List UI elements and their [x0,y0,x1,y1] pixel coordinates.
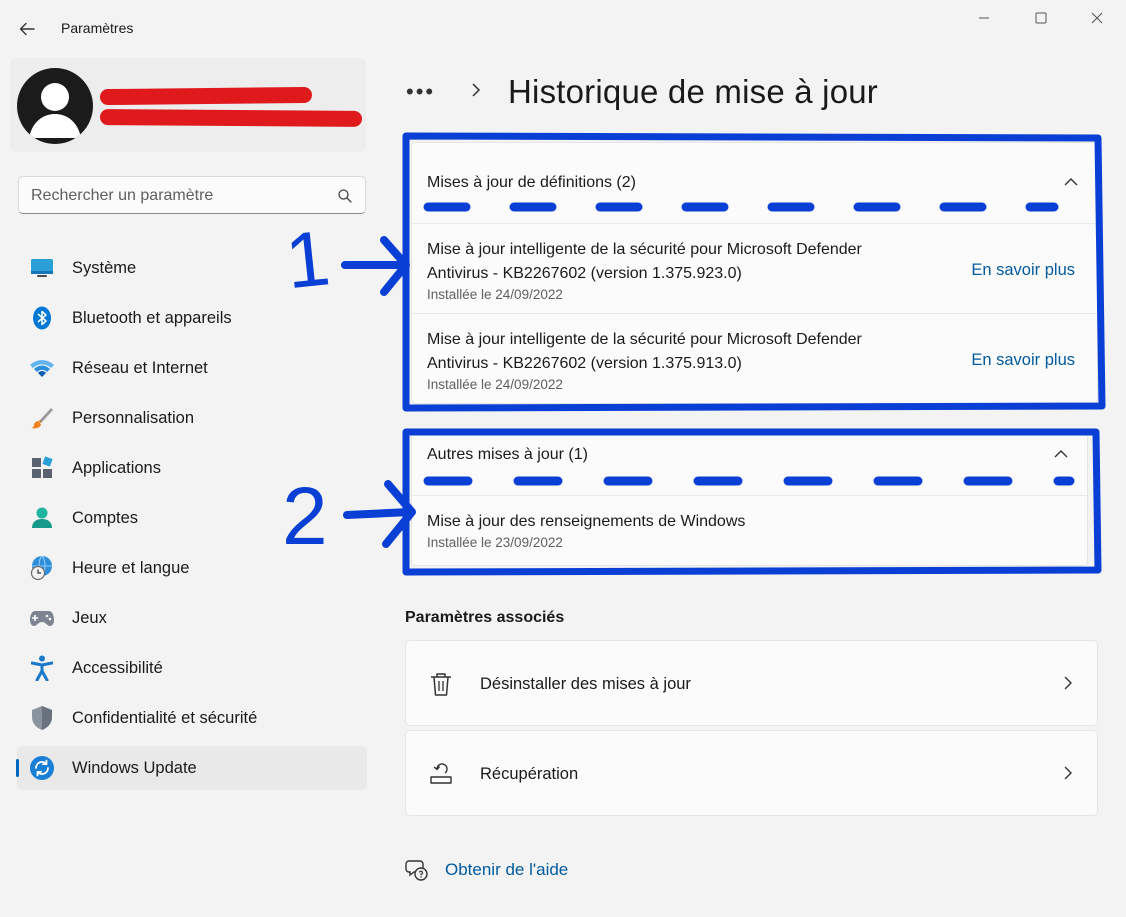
definition-updates-header[interactable]: Mises à jour de définitions (2) [412,143,1097,223]
chevron-up-icon[interactable] [1063,174,1079,190]
definition-updates-group: Mises à jour de définitions (2) Mise à j… [411,142,1098,404]
sidebar-item-label: Personnalisation [72,408,194,427]
chevron-up-icon[interactable] [1053,446,1069,462]
update-item: Mise à jour intelligente de la sécurité … [412,223,1097,313]
learn-more-link[interactable]: En savoir plus [971,261,1075,280]
wifi-icon [29,355,55,381]
update-install-date: Installée le 24/09/2022 [427,377,563,392]
update-name-line1: Mise à jour intelligente de la sécurité … [427,241,862,258]
bluetooth-icon [29,305,55,331]
account-icon [29,505,55,531]
apps-icon [29,455,55,481]
sidebar-item-label: Comptes [72,508,139,527]
other-updates-header[interactable]: Autres mises à jour (1) [412,433,1087,495]
sidebar-item-personnalisation[interactable]: Personnalisation [17,393,367,443]
action-label: Désinstaller des mises à jour [480,675,691,693]
update-name-line2: Antivirus - KB2267602 (version 1.375.913… [427,355,742,372]
globe-clock-icon [29,555,55,581]
minimize-icon [979,17,989,19]
update-item: Mise à jour intelligente de la sécurité … [412,313,1097,403]
related-settings-title: Paramètres associés [405,609,565,626]
sidebar-item-label: Applications [72,458,161,477]
redacted-username [99,86,313,106]
help-chat-icon [405,860,428,881]
update-install-date: Installée le 24/09/2022 [427,287,563,302]
gamepad-icon [29,605,55,631]
action-label: Récupération [480,765,579,783]
search-input[interactable] [31,185,331,207]
minimize-button[interactable] [961,4,1007,32]
sidebar-nav: Système Bluetooth et appareils Réseau et… [16,243,367,793]
uninstall-updates-button[interactable]: Désinstaller des mises à jour [405,640,1098,726]
get-help-label: Obtenir de l'aide [445,860,569,879]
chevron-right-icon [1064,676,1072,690]
sidebar-item-label: Confidentialité et sécurité [72,708,258,727]
chevron-right-icon [462,82,490,103]
maximize-icon [1035,12,1047,24]
sidebar-item-label: Système [72,258,137,277]
close-button[interactable] [1074,4,1120,32]
user-profile[interactable] [10,58,366,152]
shield-icon [29,705,55,731]
app-title: Paramètres [61,20,134,36]
get-help-link[interactable]: Obtenir de l'aide [405,857,568,883]
sidebar-item-label: Heure et langue [72,558,190,577]
accessibility-icon [29,655,55,681]
update-name-line2: Antivirus - KB2267602 (version 1.375.923… [427,265,742,282]
sidebar-item-label: Bluetooth et appareils [72,308,232,327]
search-box[interactable] [18,176,366,214]
sidebar-item-confidentialite[interactable]: Confidentialité et sécurité [17,693,367,743]
sidebar-item-systeme[interactable]: Système [17,243,367,293]
update-install-date: Installée le 23/09/2022 [427,535,563,550]
avatar [17,68,93,144]
learn-more-link[interactable]: En savoir plus [971,351,1075,370]
group-title: Mises à jour de définitions (2) [427,174,636,191]
sidebar-item-label: Windows Update [72,758,197,777]
paintbrush-icon [29,405,55,431]
maximize-button[interactable] [1018,4,1064,32]
recovery-icon [430,763,452,784]
update-item: Mise à jour des renseignements de Window… [412,495,1087,565]
redacted-email [99,109,363,127]
recovery-button[interactable]: Récupération [405,730,1098,816]
system-monitor-icon [29,255,55,281]
sidebar-item-bluetooth[interactable]: Bluetooth et appareils [17,293,367,343]
update-name: Mise à jour des renseignements de Window… [427,513,746,530]
sidebar-item-jeux[interactable]: Jeux [17,593,367,643]
sidebar-item-accessibilite[interactable]: Accessibilité [17,643,367,693]
search-icon[interactable] [337,188,353,204]
back-button[interactable] [14,16,40,42]
trash-icon [431,673,451,696]
page-title: Historique de mise à jour [508,73,878,110]
close-icon [1091,12,1103,24]
windows-update-icon [29,755,55,781]
sidebar-item-reseau[interactable]: Réseau et Internet [17,343,367,393]
sidebar-item-applications[interactable]: Applications [17,443,367,493]
sidebar-item-label: Accessibilité [72,658,163,677]
breadcrumb: ••• Historique de mise à jour [406,72,878,112]
sidebar-item-label: Jeux [72,608,107,627]
group-title: Autres mises à jour (1) [427,446,588,463]
back-arrow-icon [19,22,35,36]
sidebar-item-label: Réseau et Internet [72,358,208,377]
sidebar-item-heure-langue[interactable]: Heure et langue [17,543,367,593]
sidebar-item-comptes[interactable]: Comptes [17,493,367,543]
sidebar-item-windows-update[interactable]: Windows Update [16,746,367,790]
chevron-right-icon [1064,766,1072,780]
other-updates-group: Autres mises à jour (1) Mise à jour des … [411,432,1088,566]
breadcrumb-overflow-button[interactable]: ••• [406,79,446,105]
update-name-line1: Mise à jour intelligente de la sécurité … [427,331,862,348]
title-bar: Paramètres [0,0,1126,56]
